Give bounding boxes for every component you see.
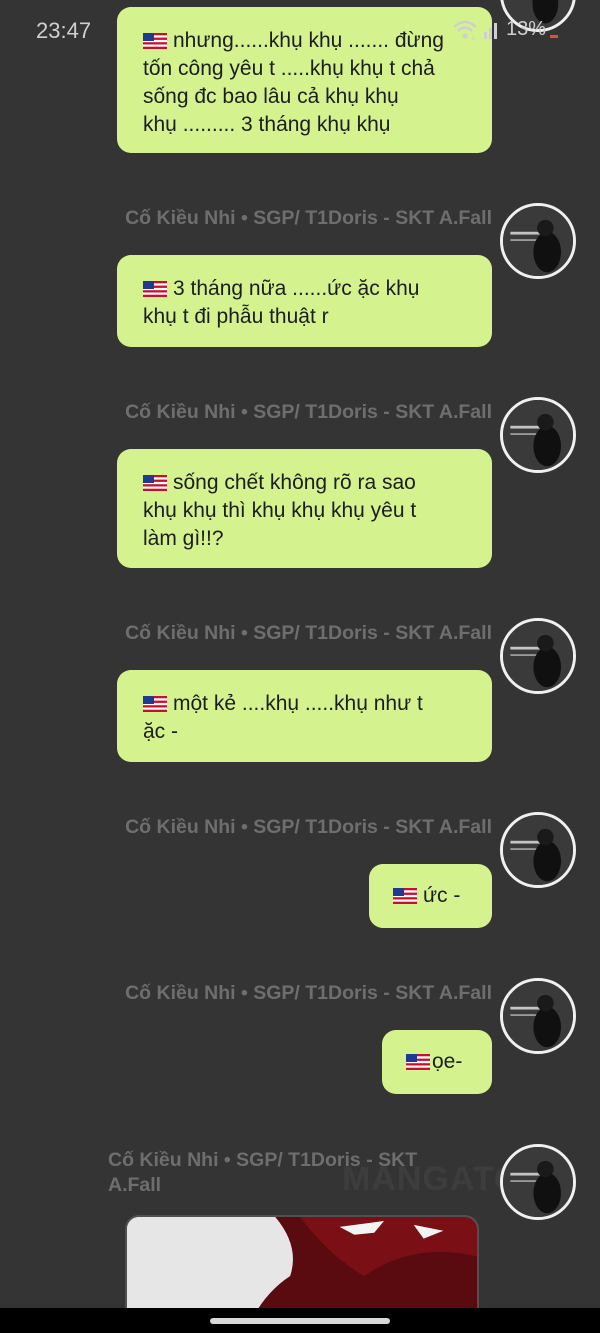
us-flag-icon bbox=[406, 1050, 430, 1070]
message-text: ọe- bbox=[432, 1050, 463, 1073]
battery-icon bbox=[550, 35, 559, 38]
avatar[interactable] bbox=[500, 1144, 576, 1220]
message-bubble[interactable]: ức - bbox=[369, 864, 492, 928]
message-bubble[interactable]: sống chết không rõ ra sao khụ khụ thì kh… bbox=[117, 449, 492, 568]
message-bubble[interactable]: nhưng......khụ khụ ....... đừng tốn công… bbox=[117, 7, 492, 153]
us-flag-icon bbox=[143, 277, 167, 297]
message-text: sống chết không rõ ra sao khụ khụ thì kh… bbox=[143, 471, 417, 550]
sender-name: Cố Kiều Nhi • SGP/ T1Doris - SKT A.Fall bbox=[125, 207, 492, 229]
message-bubble[interactable]: một kẻ ....khụ .....khụ như t ặc - bbox=[117, 670, 492, 762]
avatar[interactable] bbox=[500, 397, 576, 473]
navigation-bar bbox=[0, 1308, 600, 1333]
us-flag-icon bbox=[143, 692, 167, 712]
message-bubble[interactable]: 3 tháng nữa ......ức ặc khụ khụ t đi phẫ… bbox=[117, 255, 492, 347]
message-text: 3 tháng nữa ......ức ặc khụ khụ t đi phẫ… bbox=[143, 277, 420, 328]
message-text: ức - bbox=[423, 884, 461, 907]
us-flag-icon bbox=[143, 471, 167, 491]
us-flag-icon bbox=[393, 884, 417, 904]
sender-name: Cố Kiều Nhi • SGP/ T1Doris - SKT A.Fall bbox=[125, 401, 492, 423]
avatar[interactable] bbox=[500, 0, 576, 32]
avatar[interactable] bbox=[500, 203, 576, 279]
sender-name: Cố Kiều Nhi • SGP/ T1Doris - SKT A.Fall bbox=[125, 816, 492, 838]
sender-name: Cố Kiều Nhi • SGP/ T1Doris - SKT A.Fall bbox=[125, 982, 492, 1004]
sender-name: Cố Kiều Nhi • SGP/ T1Doris - SKT A.Fall bbox=[125, 622, 492, 644]
avatar[interactable] bbox=[500, 812, 576, 888]
message-text: nhưng......khụ khụ ....... đừng tốn công… bbox=[143, 29, 444, 136]
avatar[interactable] bbox=[500, 978, 576, 1054]
avatar[interactable] bbox=[500, 618, 576, 694]
message-bubble[interactable]: ọe- bbox=[382, 1030, 492, 1094]
us-flag-icon bbox=[143, 29, 167, 49]
sender-name: Cố Kiều Nhi • SGP/ T1Doris - SKT A.Fall bbox=[108, 1149, 418, 1196]
status-time: 23:47 bbox=[36, 18, 92, 43]
home-handle[interactable] bbox=[210, 1318, 390, 1324]
message-text: một kẻ ....khụ .....khụ như t ặc - bbox=[143, 692, 423, 743]
